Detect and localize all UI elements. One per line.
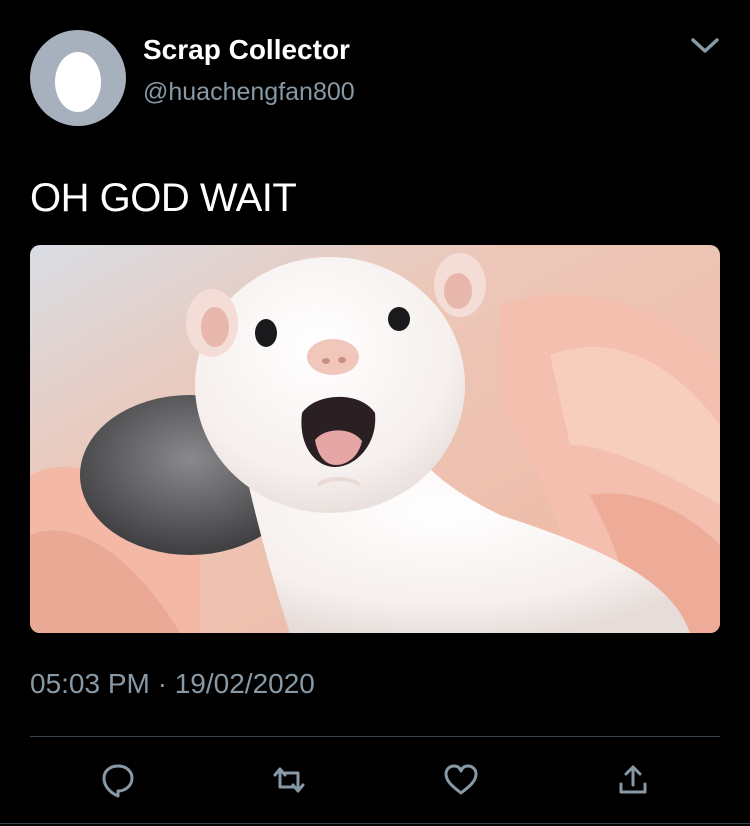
author-display-name[interactable]: Scrap Collector: [143, 34, 350, 66]
tweet-photo[interactable]: [30, 245, 720, 633]
egg-avatar-icon: [55, 52, 101, 112]
share-button[interactable]: [613, 760, 653, 800]
tweet-card: Scrap Collector @huachengfan800 OH GOD W…: [0, 0, 750, 826]
author-avatar[interactable]: [30, 30, 126, 126]
reply-button[interactable]: [98, 760, 138, 800]
tweet-menu-button[interactable]: [688, 32, 722, 60]
retweet-icon: [273, 767, 305, 793]
author-handle[interactable]: @huachengfan800: [143, 78, 355, 107]
tweet-text: OH GOD WAIT: [30, 176, 297, 220]
like-button[interactable]: [441, 760, 481, 800]
chevron-down-icon: [691, 38, 719, 53]
share-icon: [619, 765, 647, 794]
ferret-photo: [30, 245, 720, 633]
retweet-button[interactable]: [269, 760, 309, 800]
actions-divider: [30, 736, 720, 737]
bottom-divider: [0, 823, 750, 824]
reply-icon: [102, 764, 134, 798]
tweet-timestamp[interactable]: 05:03 PM · 19/02/2020: [30, 668, 315, 700]
like-icon: [444, 764, 478, 795]
